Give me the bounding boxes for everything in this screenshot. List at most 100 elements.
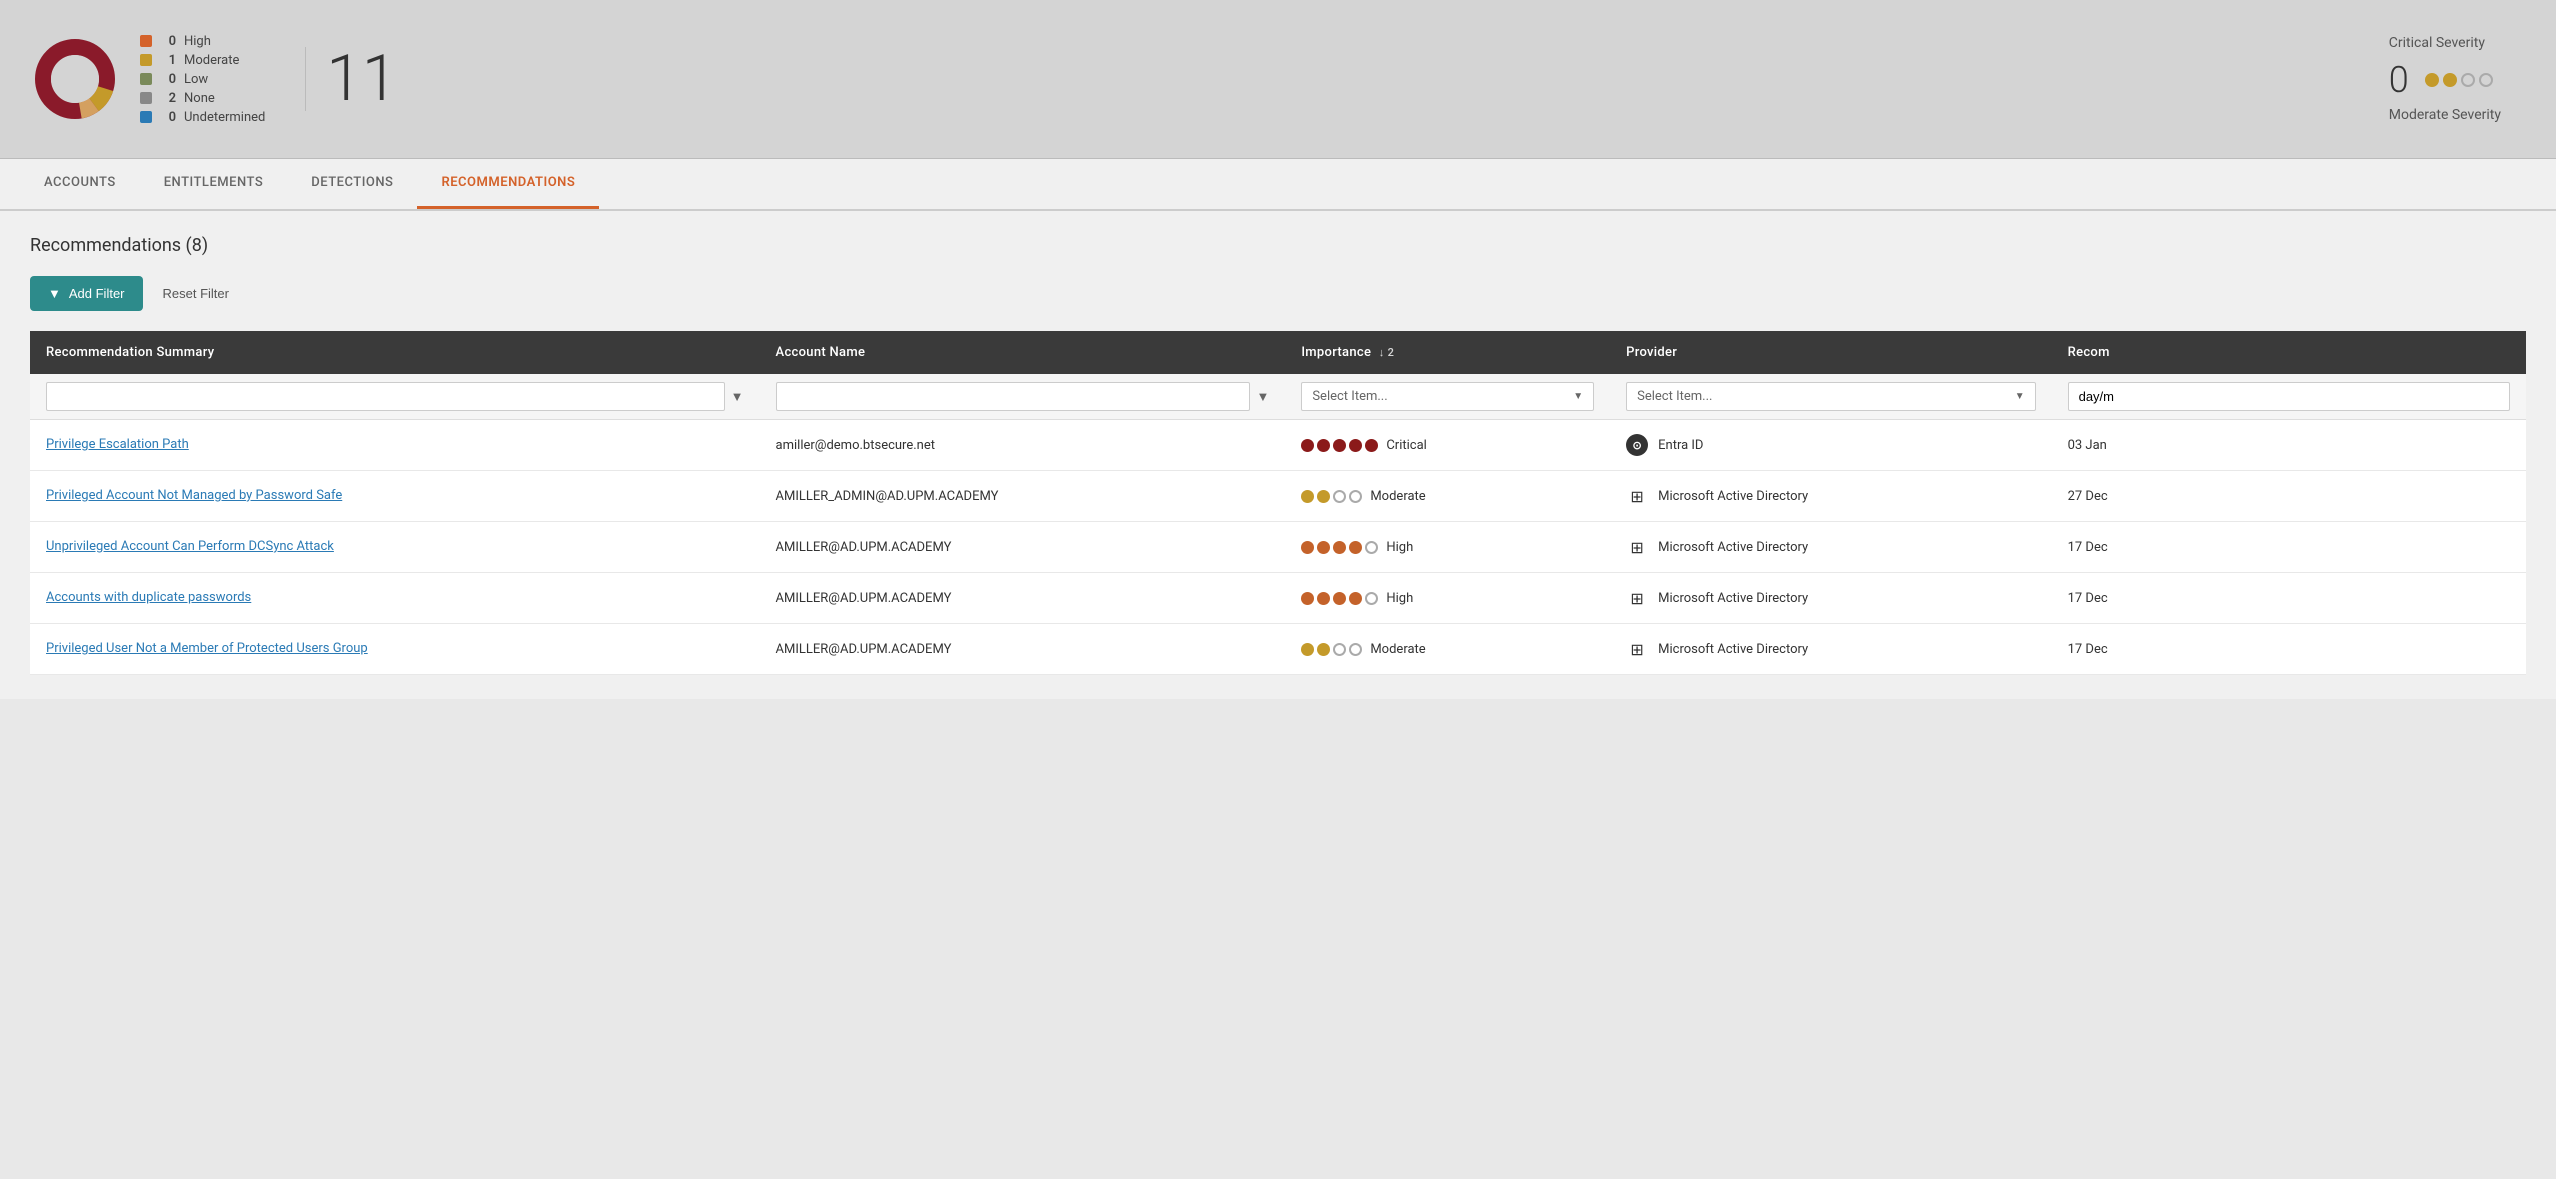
account-name: AMILLER@AD.UPM.ACADEMY xyxy=(776,540,952,555)
ms-icon: ⊞ xyxy=(1626,638,1648,660)
legend-label-low: Low xyxy=(184,72,208,87)
filter-recom-input[interactable] xyxy=(2068,382,2510,411)
summary-link[interactable]: Accounts with duplicate passwords xyxy=(46,590,251,605)
importance-label: Moderate xyxy=(1370,489,1425,504)
imp-dot-1 xyxy=(1301,439,1314,452)
table-row: Privilege Escalation Path amiller@demo.b… xyxy=(30,420,2526,471)
importance-wrapper: Moderate xyxy=(1301,642,1594,657)
imp-dot-3 xyxy=(1333,439,1346,452)
tab-detections[interactable]: DETECTIONS xyxy=(287,159,417,209)
imp-dot-5 xyxy=(1365,439,1378,452)
tab-entitlements[interactable]: ENTITLEMENTS xyxy=(140,159,288,209)
account-name: AMILLER_ADMIN@AD.UPM.ACADEMY xyxy=(776,489,999,504)
table-row: Unprivileged Account Can Perform DCSync … xyxy=(30,522,2526,573)
provider-cell: ⊞ Microsoft Active Directory xyxy=(1610,624,2051,675)
col-account: Account Name xyxy=(760,331,1286,374)
legend-dot-none xyxy=(140,92,152,104)
filter-account-icon[interactable]: ▼ xyxy=(1256,389,1269,405)
table-row: Privileged User Not a Member of Protecte… xyxy=(30,624,2526,675)
summary-cell: Privileged Account Not Managed by Passwo… xyxy=(30,471,760,522)
importance-dots xyxy=(1301,439,1378,452)
imp-dot-4 xyxy=(1349,643,1362,656)
importance-label: Critical xyxy=(1386,438,1426,453)
provider-name: Microsoft Active Directory xyxy=(1658,591,1808,606)
legend-label-moderate: Moderate xyxy=(184,53,239,68)
date-cell: 27 Dec xyxy=(2052,471,2526,522)
table-row: Privileged Account Not Managed by Passwo… xyxy=(30,471,2526,522)
imp-dot-2 xyxy=(1317,592,1330,605)
add-filter-button[interactable]: ▼ Add Filter xyxy=(30,276,143,311)
provider-wrapper: ⊞ Microsoft Active Directory xyxy=(1626,485,2035,507)
critical-severity-title: Critical Severity xyxy=(2389,35,2501,51)
severity-dots xyxy=(2425,73,2493,87)
col-summary: Recommendation Summary xyxy=(30,331,760,374)
importance-dots xyxy=(1301,490,1362,503)
importance-label: High xyxy=(1386,591,1413,606)
summary-link[interactable]: Privileged User Not a Member of Protecte… xyxy=(46,641,368,656)
provider-cell: ⊞ Microsoft Active Directory xyxy=(1610,573,2051,624)
big-number-block: 11 xyxy=(305,47,397,111)
imp-dot-1 xyxy=(1301,490,1314,503)
importance-dots xyxy=(1301,643,1362,656)
imp-dot-2 xyxy=(1317,490,1330,503)
filter-summary-input[interactable] xyxy=(46,382,725,411)
content-area: Recommendations (8) ▼ Add Filter Reset F… xyxy=(0,211,2556,699)
summary-link[interactable]: Unprivileged Account Can Perform DCSync … xyxy=(46,539,334,554)
reset-filter-button[interactable]: Reset Filter xyxy=(159,278,233,309)
date-cell: 17 Dec xyxy=(2052,624,2526,675)
filter-account-input[interactable] xyxy=(776,382,1251,411)
account-name: AMILLER@AD.UPM.ACADEMY xyxy=(776,642,952,657)
summary-cell: Privileged User Not a Member of Protecte… xyxy=(30,624,760,675)
importance-cell: Moderate xyxy=(1285,471,1610,522)
ms-icon: ⊞ xyxy=(1626,536,1648,558)
imp-dot-1 xyxy=(1301,592,1314,605)
account-cell: AMILLER_ADMIN@AD.UPM.ACADEMY xyxy=(760,471,1286,522)
account-cell: AMILLER@AD.UPM.ACADEMY xyxy=(760,624,1286,675)
imp-dot-4 xyxy=(1349,439,1362,452)
imp-dot-2 xyxy=(1317,439,1330,452)
imp-dot-1 xyxy=(1301,643,1314,656)
tab-accounts[interactable]: ACCOUNTS xyxy=(20,159,140,209)
legend-item-high: 0 High xyxy=(140,34,265,49)
table-header-row: Recommendation Summary Account Name Impo… xyxy=(30,331,2526,374)
provider-name: Microsoft Active Directory xyxy=(1658,489,1808,504)
table-body: Privilege Escalation Path amiller@demo.b… xyxy=(30,420,2526,675)
donut-chart xyxy=(30,34,120,124)
filter-importance-select[interactable]: Select Item... ▼ xyxy=(1301,382,1594,411)
legend-count-none: 2 xyxy=(160,91,176,106)
filter-provider-select[interactable]: Select Item... ▼ xyxy=(1626,382,2035,411)
provider-name: Microsoft Active Directory xyxy=(1658,642,1808,657)
legend-dot-undetermined xyxy=(140,111,152,123)
filter-summary-icon[interactable]: ▼ xyxy=(731,389,744,405)
summary-cell: Privilege Escalation Path xyxy=(30,420,760,471)
importance-wrapper: Critical xyxy=(1301,438,1594,453)
legend-item-low: 0 Low xyxy=(140,72,265,87)
legend-dot-high xyxy=(140,35,152,47)
tab-recommendations[interactable]: RECOMMENDATIONS xyxy=(417,159,599,209)
summary-link[interactable]: Privileged Account Not Managed by Passwo… xyxy=(46,488,342,503)
imp-dot-4 xyxy=(1349,490,1362,503)
date-value: 03 Jan xyxy=(2068,438,2107,453)
importance-cell: High xyxy=(1285,573,1610,624)
provider-wrapper: ⊞ Microsoft Active Directory xyxy=(1626,587,2035,609)
date-cell: 03 Jan xyxy=(2052,420,2526,471)
summary-link[interactable]: Privilege Escalation Path xyxy=(46,437,189,452)
imp-dot-3 xyxy=(1333,643,1346,656)
main-container: 0 High 1 Moderate 0 Low 2 None xyxy=(0,0,2556,1179)
importance-wrapper: High xyxy=(1301,540,1594,555)
account-cell: AMILLER@AD.UPM.ACADEMY xyxy=(760,573,1286,624)
provider-name: Microsoft Active Directory xyxy=(1658,540,1808,555)
summary-cell: Accounts with duplicate passwords xyxy=(30,573,760,624)
critical-severity-count: 0 xyxy=(2389,59,2409,101)
date-value: 17 Dec xyxy=(2068,540,2108,555)
filter-recom-wrapper xyxy=(2068,382,2510,411)
table-row: Accounts with duplicate passwords AMILLE… xyxy=(30,573,2526,624)
legend-label-high: High xyxy=(184,34,211,49)
legend-dot-moderate xyxy=(140,54,152,66)
date-value: 27 Dec xyxy=(2068,489,2108,504)
col-provider: Provider xyxy=(1610,331,2051,374)
importance-wrapper: High xyxy=(1301,591,1594,606)
provider-wrapper: ⊙ Entra ID xyxy=(1626,434,2035,456)
account-cell: AMILLER@AD.UPM.ACADEMY xyxy=(760,522,1286,573)
funnel-icon: ▼ xyxy=(48,286,61,301)
